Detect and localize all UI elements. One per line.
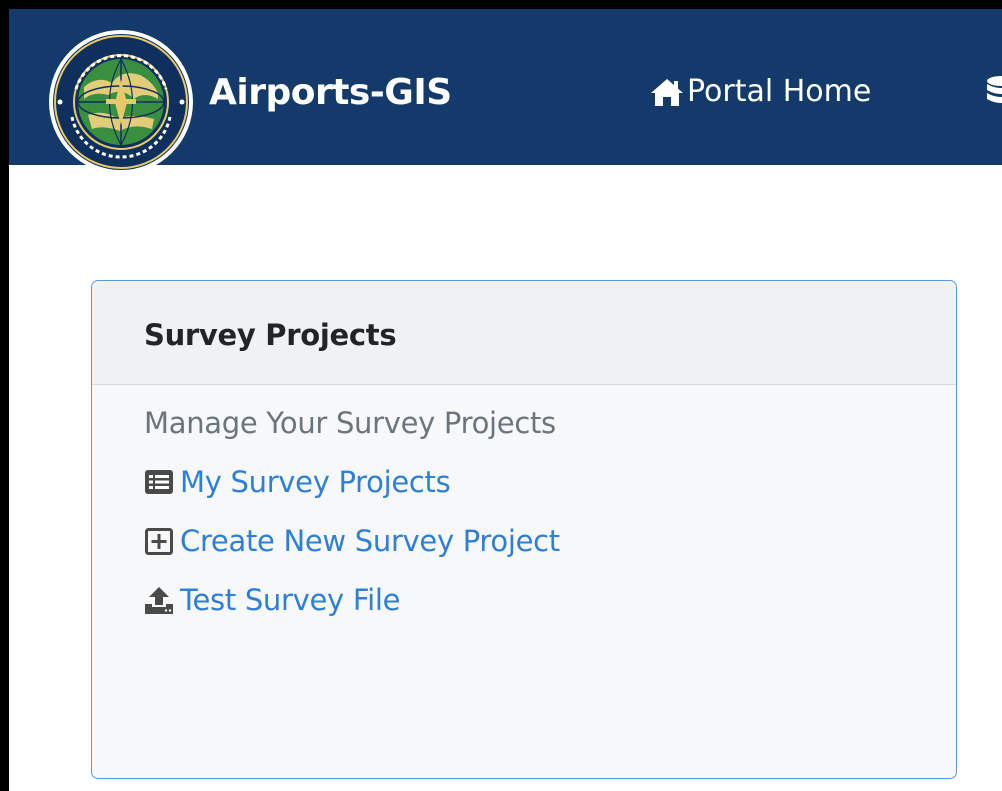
card-subtitle: Manage Your Survey Projects bbox=[144, 406, 556, 440]
brand-title[interactable]: Airports-GIS bbox=[209, 65, 452, 121]
faa-seal-icon[interactable] bbox=[48, 29, 194, 175]
nav-portal-home[interactable]: Portal Home bbox=[649, 67, 871, 117]
top-navbar: Airports-GIS Portal Home bbox=[9, 9, 1002, 174]
card-title: Survey Projects bbox=[144, 318, 397, 352]
survey-projects-card: Survey Projects Manage Your Survey Proje… bbox=[91, 280, 957, 779]
test-survey-file-label: Test Survey File bbox=[180, 583, 401, 617]
upload-icon bbox=[144, 584, 180, 616]
database-icon[interactable] bbox=[986, 75, 1002, 109]
test-survey-file-link[interactable]: Test Survey File bbox=[144, 578, 400, 622]
create-new-survey-project-link[interactable]: Create New Survey Project bbox=[144, 519, 560, 563]
home-icon bbox=[651, 79, 683, 106]
page-frame: Airports-GIS Portal Home Survey Projects… bbox=[9, 9, 1002, 791]
plus-square-icon bbox=[144, 525, 180, 557]
card-header: Survey Projects bbox=[92, 281, 956, 385]
my-survey-projects-label: My Survey Projects bbox=[180, 465, 451, 499]
nav-portal-home-label: Portal Home bbox=[687, 74, 872, 109]
create-new-survey-project-label: Create New Survey Project bbox=[180, 524, 560, 558]
my-survey-projects-link[interactable]: My Survey Projects bbox=[144, 460, 451, 504]
list-icon bbox=[144, 466, 180, 498]
